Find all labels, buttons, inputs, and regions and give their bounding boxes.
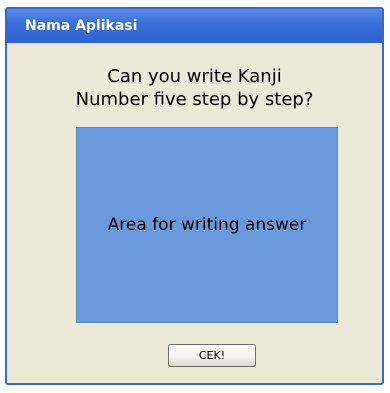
question-line-1: Can you write Kanji [107, 66, 282, 87]
app-window: Nama Aplikasi Can you write Kanji Number… [5, 7, 384, 385]
question-text: Can you write Kanji Number five step by … [7, 65, 382, 111]
answer-area-label: Area for writing answer [107, 215, 307, 235]
writing-answer-area[interactable]: Area for writing answer [76, 127, 338, 323]
cek-button[interactable]: CEK! [168, 344, 256, 367]
window-title: Nama Aplikasi [25, 18, 138, 34]
title-bar[interactable]: Nama Aplikasi [7, 9, 382, 43]
question-line-2: Number five step by step? [75, 89, 314, 110]
